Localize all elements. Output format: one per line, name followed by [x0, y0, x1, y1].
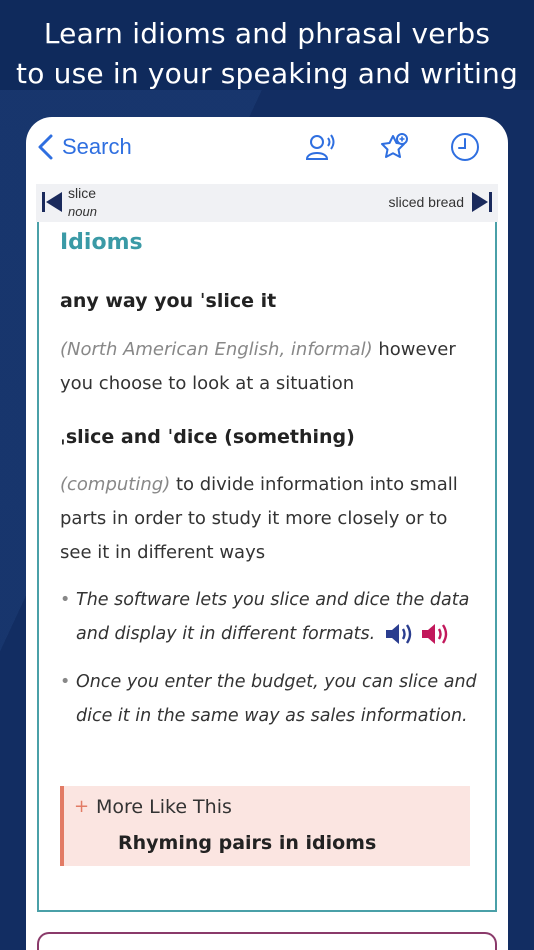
- back-button[interactable]: Search: [36, 131, 132, 163]
- idiom-label-1: (North American English, informal): [60, 339, 373, 360]
- entry-navigation-bar: slice noun sliced bread: [36, 184, 498, 222]
- navigation-bar: Search: [26, 117, 508, 179]
- example-sentence-2: • Once you enter the budget, you can sli…: [60, 665, 480, 733]
- next-section-box: [37, 932, 497, 950]
- bullet: •: [60, 672, 71, 692]
- idiom-phrase-1: any way you ˈslice it: [60, 290, 277, 312]
- more-like-this-label: More Like This: [96, 796, 232, 818]
- speaker-uk-icon[interactable]: [383, 620, 417, 648]
- chevron-left-icon: [38, 134, 53, 160]
- history-clock-icon[interactable]: [448, 130, 482, 164]
- previous-entry-pos: noun: [68, 204, 97, 219]
- section-title: Idioms: [60, 230, 143, 255]
- idiom-label-2: (computing): [60, 474, 171, 495]
- next-entry-icon[interactable]: [470, 190, 494, 214]
- idiom-phrase-2: ˌslice and ˈdice (something): [60, 426, 355, 448]
- promo-line-2: to use in your speaking and writing: [16, 57, 518, 90]
- promo-banner: Learn idioms and phrasal verbs to use in…: [0, 14, 534, 94]
- example-sentence-1: • The software lets you slice and dice t…: [60, 583, 480, 651]
- voice-search-icon[interactable]: [304, 130, 338, 164]
- idioms-section: Idioms any way you ˈslice it (North Amer…: [37, 222, 497, 912]
- example-text-2: Once you enter the budget, you can slice…: [76, 672, 477, 726]
- speaker-us-icon[interactable]: [419, 620, 453, 648]
- idiom-definition-2: (computing) to divide information into s…: [60, 468, 480, 570]
- app-screen: Search slice noun sliced bread Idioms an…: [26, 117, 508, 950]
- more-like-this-item[interactable]: Rhyming pairs in idioms: [118, 832, 376, 854]
- expand-plus-icon[interactable]: +: [74, 796, 89, 817]
- back-button-label: Search: [62, 134, 132, 159]
- more-like-this-box[interactable]: + More Like This Rhyming pairs in idioms: [60, 786, 470, 866]
- previous-entry-icon[interactable]: [40, 190, 64, 214]
- promo-line-1: Learn idioms and phrasal verbs: [43, 17, 491, 50]
- favorites-star-icon[interactable]: [378, 130, 412, 164]
- previous-entry-word[interactable]: slice: [68, 185, 96, 201]
- next-entry-word[interactable]: sliced bread: [389, 194, 465, 210]
- idiom-definition-1: (North American English, informal) howev…: [60, 333, 480, 401]
- bullet: •: [60, 590, 71, 610]
